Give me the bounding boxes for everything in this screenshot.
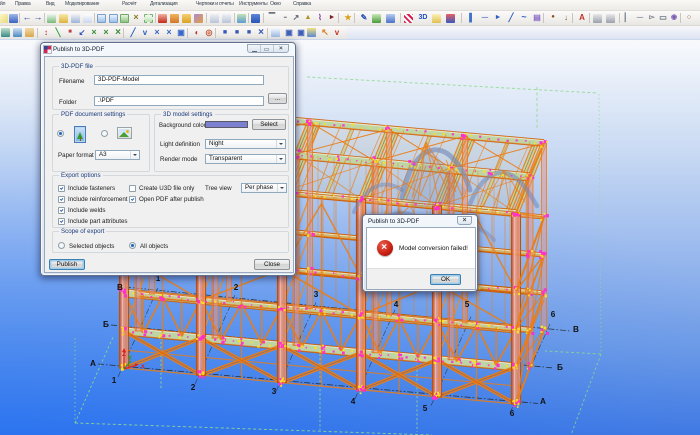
svg-text:А: А xyxy=(540,397,546,406)
svg-text:4: 4 xyxy=(351,397,356,406)
svg-text:2: 2 xyxy=(234,283,239,292)
svg-text:1: 1 xyxy=(112,376,117,385)
svg-text:В: В xyxy=(573,325,579,334)
svg-text:5: 5 xyxy=(465,300,470,309)
svg-text:В: В xyxy=(117,283,123,292)
svg-text:А: А xyxy=(90,359,96,368)
svg-text:6: 6 xyxy=(551,310,556,319)
svg-text:x: x xyxy=(141,363,145,370)
svg-text:Б: Б xyxy=(103,320,109,329)
svg-text:2: 2 xyxy=(191,383,196,392)
svg-text:4: 4 xyxy=(394,300,399,309)
svg-text:3: 3 xyxy=(314,290,319,299)
svg-text:6: 6 xyxy=(510,409,515,418)
svg-text:Б: Б xyxy=(557,363,563,372)
svg-text:3: 3 xyxy=(272,387,277,396)
svg-text:5: 5 xyxy=(423,404,428,413)
svg-text:Z: Z xyxy=(122,351,126,358)
svg-text:Y: Y xyxy=(128,356,132,362)
